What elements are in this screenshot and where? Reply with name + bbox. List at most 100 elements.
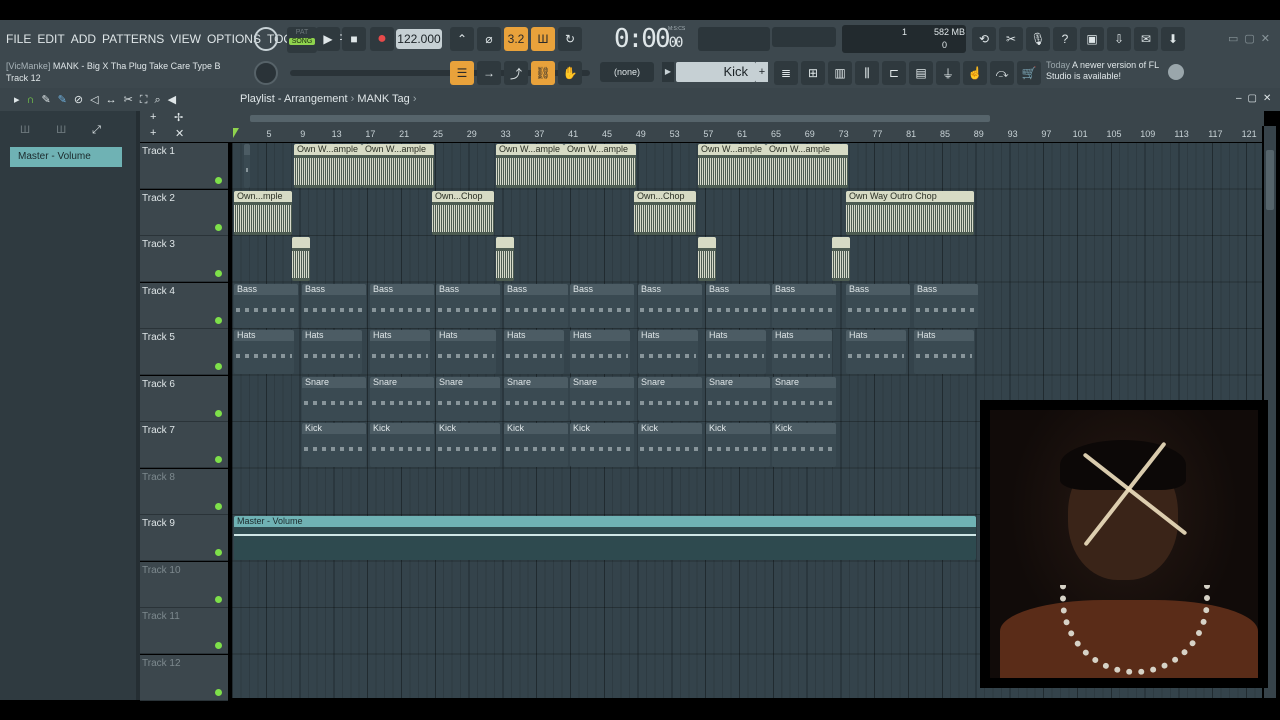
horizontal-scrollbar[interactable] bbox=[250, 115, 990, 122]
audio-clip[interactable]: Own...mple bbox=[234, 190, 292, 235]
close-icon[interactable]: ✕ bbox=[175, 127, 184, 140]
browser-button[interactable]: ⊏ bbox=[882, 61, 906, 85]
pattern-clip[interactable]: Kick bbox=[504, 423, 568, 467]
tempo-display[interactable]: 122.000 bbox=[396, 29, 442, 49]
channel-rack-button[interactable]: ⊞ bbox=[801, 61, 825, 85]
plugin-picker-button[interactable]: ⏚ bbox=[936, 61, 960, 85]
project-picker-button[interactable]: ▤ bbox=[909, 61, 933, 85]
track-header[interactable]: Track 4 bbox=[140, 282, 228, 329]
audio-clip[interactable] bbox=[832, 237, 850, 281]
pattern-clip[interactable]: Kick bbox=[570, 423, 634, 467]
forward-button[interactable]: → bbox=[477, 61, 501, 85]
pattern-clip[interactable]: Hats bbox=[914, 330, 974, 374]
pattern-clip[interactable]: Hats bbox=[772, 330, 832, 374]
pattern-clip[interactable]: Bass bbox=[846, 283, 910, 328]
add-channel-button[interactable]: + bbox=[756, 62, 768, 82]
metronome-button[interactable]: ⌃ bbox=[450, 27, 474, 51]
track-enable-led-icon[interactable] bbox=[215, 502, 222, 510]
slice-icon[interactable]: ✂ bbox=[124, 94, 140, 106]
pattern-clip[interactable]: Snare bbox=[772, 376, 836, 421]
audio-clip[interactable]: Own W...ample bbox=[496, 144, 564, 188]
piano-roll-button[interactable]: ▥ bbox=[828, 61, 852, 85]
audio-clip[interactable]: Own...Chop bbox=[432, 190, 494, 235]
audio-clip[interactable]: Own W...ample bbox=[294, 144, 362, 188]
audio-clip[interactable]: Own W...ample bbox=[362, 144, 434, 188]
undo-button[interactable]: ⟲ bbox=[972, 27, 996, 51]
menu-add[interactable]: ADD bbox=[71, 32, 96, 46]
track-enable-led-icon[interactable] bbox=[215, 177, 222, 184]
playlist-view-button[interactable]: ☰ bbox=[450, 61, 474, 85]
pattern-clip[interactable]: Hats bbox=[570, 330, 630, 374]
delete-icon[interactable]: ⊘ bbox=[74, 94, 90, 106]
panel-tabs[interactable]: ШШ⤢ bbox=[20, 124, 127, 137]
cut-button[interactable]: ✂ bbox=[999, 27, 1023, 51]
track-header[interactable]: Track 12 bbox=[140, 654, 228, 701]
pencil-icon[interactable]: ✎ bbox=[41, 94, 57, 106]
play-button[interactable]: ▶ bbox=[316, 27, 340, 51]
track-header[interactable]: Track 1 bbox=[140, 143, 228, 189]
track-header[interactable]: Track 7 bbox=[140, 422, 228, 468]
pattern-clip[interactable]: Hats bbox=[370, 330, 430, 374]
playlist-tools[interactable]: ▸∩✎✎⊘◁↔✂⛶⌕◀ bbox=[14, 93, 183, 107]
master-volume-knob[interactable] bbox=[254, 27, 278, 51]
pattern-clip[interactable]: Bass bbox=[302, 283, 366, 328]
plus-icon[interactable]: + bbox=[150, 127, 156, 139]
track-enable-led-icon[interactable] bbox=[215, 595, 222, 603]
news-panel[interactable]: Today A newer version of FL Studio is av… bbox=[1046, 60, 1180, 86]
track-enable-led-icon[interactable] bbox=[215, 688, 222, 696]
menu-patterns[interactable]: PATTERNS bbox=[102, 32, 164, 46]
save-button[interactable]: ▣ bbox=[1080, 27, 1104, 51]
menu-edit[interactable]: EDIT bbox=[37, 32, 64, 46]
channel-selector[interactable]: Kick bbox=[676, 62, 756, 82]
audio-clip[interactable] bbox=[244, 144, 250, 188]
pattern-clip[interactable]: Hats bbox=[638, 330, 698, 374]
track-header[interactable]: Track 9 bbox=[140, 515, 228, 561]
automation-clip[interactable]: Master - Volume bbox=[234, 516, 976, 560]
chat-button[interactable]: ✉ bbox=[1134, 27, 1158, 51]
slide-button[interactable]: ⤴ bbox=[504, 61, 528, 85]
pattern-clip[interactable]: Kick bbox=[706, 423, 770, 467]
audio-clip[interactable]: Own Way Outro Chop bbox=[846, 190, 974, 235]
window-controls[interactable]: ▭▢✕ bbox=[1228, 32, 1276, 45]
pattern-clip[interactable]: Bass bbox=[370, 283, 434, 328]
pattern-clip[interactable]: Hats bbox=[302, 330, 362, 374]
playlist-window-button[interactable]: ≣ bbox=[774, 61, 798, 85]
pattern-clip[interactable]: Bass bbox=[914, 283, 978, 328]
track-header[interactable]: Track 11 bbox=[140, 608, 228, 654]
track-header[interactable]: Track 3 bbox=[140, 236, 228, 282]
speaker-icon[interactable]: ◀ bbox=[168, 94, 183, 106]
track-header[interactable]: Track 10 bbox=[140, 561, 228, 608]
globe-icon[interactable] bbox=[1168, 64, 1184, 80]
countdown-button[interactable]: 3.2 bbox=[504, 27, 528, 51]
audio-clip[interactable]: Own...Chop bbox=[634, 190, 696, 235]
track-enable-led-icon[interactable] bbox=[215, 270, 222, 277]
pattern-clip[interactable]: Kick bbox=[370, 423, 434, 467]
record-button[interactable]: ● bbox=[370, 27, 394, 51]
playlist-window-controls[interactable]: –▢✕ bbox=[1236, 93, 1277, 104]
track-enable-led-icon[interactable] bbox=[215, 549, 222, 556]
track-enable-led-icon[interactable] bbox=[215, 409, 222, 417]
pattern-clip[interactable]: Bass bbox=[706, 283, 770, 328]
mic-button[interactable]: 🎙 bbox=[1026, 27, 1050, 51]
pattern-clip[interactable]: Bass bbox=[234, 283, 298, 328]
audio-clip[interactable] bbox=[292, 237, 310, 281]
pattern-clip[interactable]: Bass bbox=[504, 283, 568, 328]
track-header[interactable]: Track 5 bbox=[140, 329, 228, 375]
track-enable-led-icon[interactable] bbox=[215, 316, 222, 324]
pattern-clip[interactable]: Bass bbox=[570, 283, 634, 328]
curve-icon[interactable]: ⤢ bbox=[92, 124, 127, 136]
pattern-clip[interactable]: Hats bbox=[846, 330, 906, 374]
audio-clip[interactable] bbox=[496, 237, 514, 281]
pattern-clip[interactable]: Kick bbox=[436, 423, 500, 467]
select-icon[interactable]: ⛶ bbox=[140, 94, 155, 106]
pattern-clip[interactable]: Hats bbox=[504, 330, 564, 374]
track-header[interactable]: Track 6 bbox=[140, 375, 228, 422]
pattern-clip[interactable]: Hats bbox=[706, 330, 766, 374]
step-edit-button[interactable]: Ш bbox=[531, 27, 555, 51]
pattern-clip[interactable]: Snare bbox=[436, 376, 500, 421]
loop-record-button[interactable]: ↻ bbox=[558, 27, 582, 51]
audio-clip[interactable] bbox=[698, 237, 716, 281]
track-enable-led-icon[interactable] bbox=[215, 642, 222, 649]
audio-clip[interactable]: Own W...ample bbox=[698, 144, 766, 188]
download-button[interactable]: ⬇ bbox=[1161, 27, 1185, 51]
